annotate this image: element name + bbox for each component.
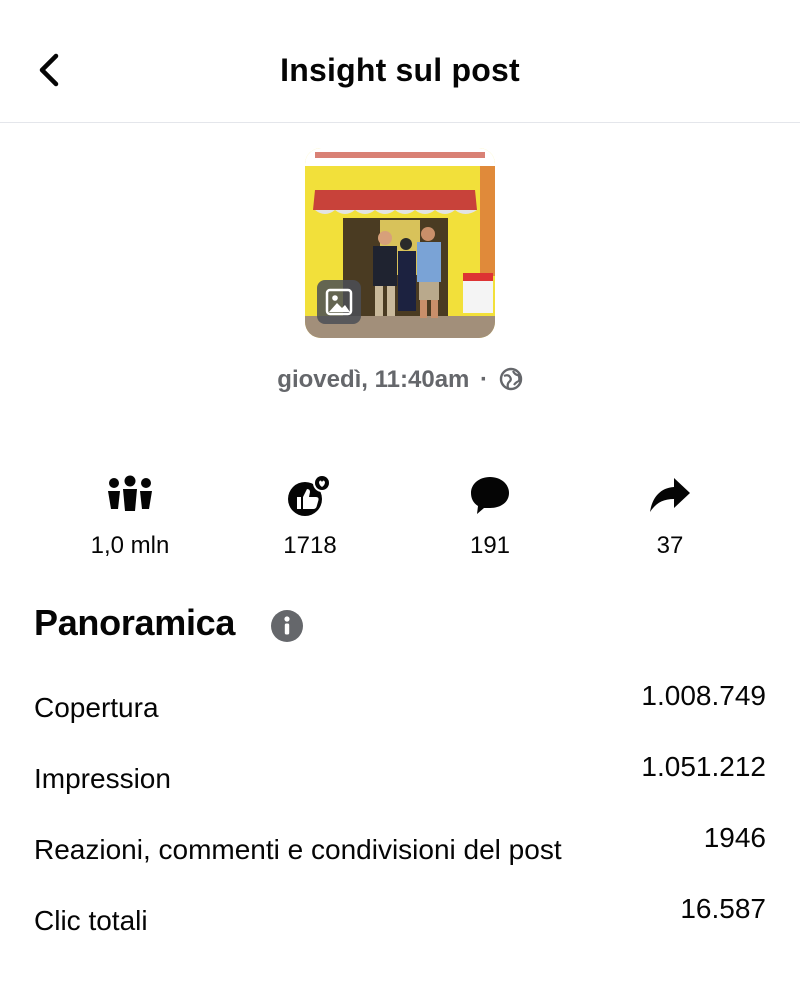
metric-label: Copertura — [34, 692, 159, 723]
metric-label: Impression — [34, 763, 171, 794]
stat-reach[interactable]: 1,0 mln — [40, 470, 220, 560]
stat-reach-value: 1,0 mln — [90, 532, 170, 559]
info-button[interactable] — [271, 610, 303, 642]
stat-reactions-value: 1718 — [283, 532, 337, 559]
metric-value: 16.587 — [680, 893, 766, 924]
top-bar: Insight sul post — [0, 0, 800, 123]
stat-shares-value: 37 — [656, 532, 684, 559]
page-title: Insight sul post — [280, 52, 520, 88]
info-icon — [271, 610, 303, 642]
metric-label: Reazioni, commenti e condivisioni del po… — [34, 834, 562, 865]
post-thumbnail[interactable] — [305, 148, 495, 338]
people-icon — [108, 475, 152, 511]
comment-icon — [471, 477, 509, 514]
stat-shares[interactable]: 37 — [580, 470, 760, 560]
share-icon — [650, 478, 690, 512]
post-datetime: giovedì, 11:40am — [277, 366, 470, 393]
stat-comments[interactable]: 191 — [400, 470, 580, 560]
metric-label: Clic totali — [34, 905, 148, 936]
overview-title: Panoramica — [34, 602, 236, 643]
stat-reactions[interactable]: 1718 — [220, 470, 400, 560]
post-meta: giovedì, 11:40am · — [0, 366, 800, 394]
metric-value: 1.008.749 — [641, 680, 766, 711]
metric-value: 1.051.212 — [641, 751, 766, 782]
metric-value: 1946 — [703, 822, 766, 853]
photo-icon — [317, 280, 361, 324]
stat-comments-value: 191 — [469, 532, 511, 559]
globe-icon — [499, 367, 522, 391]
engagement-stats: 1,0 mln 1718 191 37 — [40, 470, 760, 570]
reactions-icon — [288, 474, 331, 516]
meta-separator: · — [480, 366, 489, 393]
